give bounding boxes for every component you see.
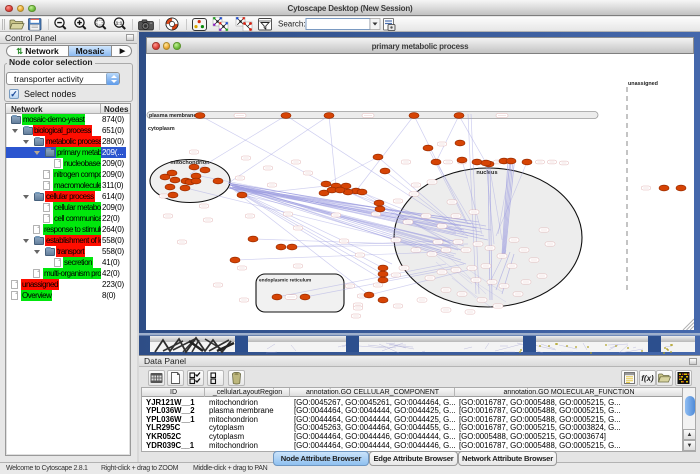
- svg-text:endoplasmic reticulum: endoplasmic reticulum: [259, 278, 311, 284]
- svg-text:1:1: 1:1: [116, 20, 123, 25]
- svg-text:plasma membrane: plasma membrane: [149, 113, 196, 119]
- svg-text:cytoplasm: cytoplasm: [148, 126, 175, 132]
- svg-text:f(x): f(x): [641, 374, 654, 383]
- svg-text:Search:: Search:: [278, 20, 306, 29]
- svg-text:unassigned: unassigned: [628, 81, 658, 87]
